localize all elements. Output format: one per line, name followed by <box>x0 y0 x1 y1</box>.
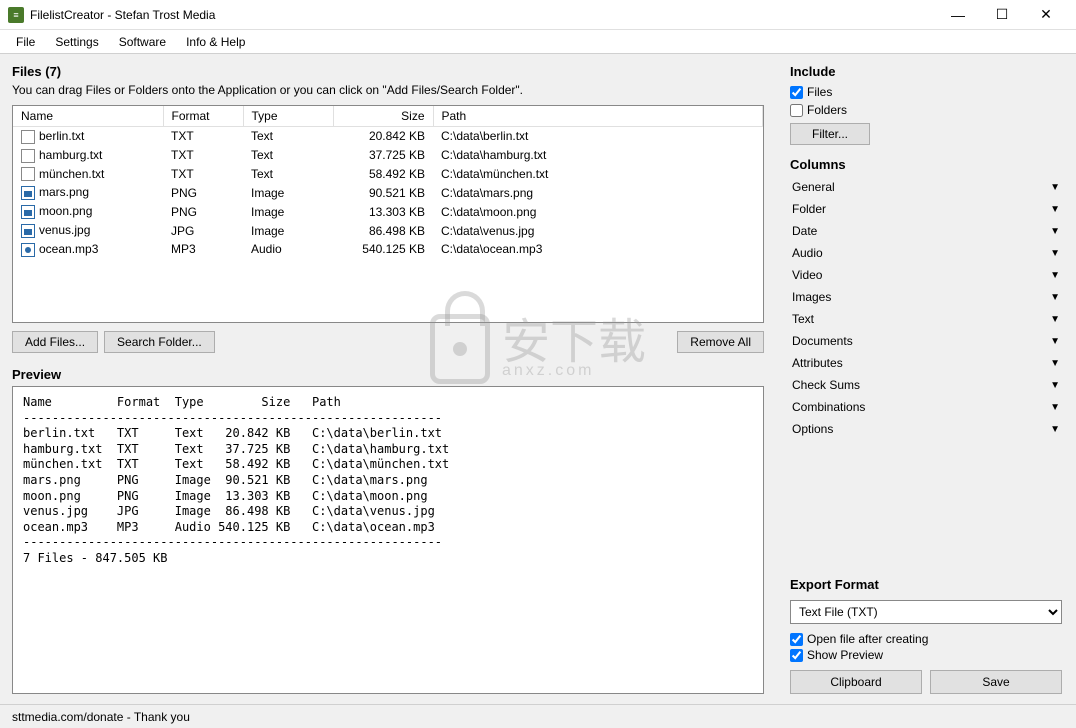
chevron-down-icon: ▼ <box>1050 380 1060 391</box>
chevron-down-icon: ▼ <box>1050 314 1060 325</box>
menu-software[interactable]: Software <box>111 32 174 52</box>
file-icon <box>21 130 35 144</box>
table-row[interactable]: münchen.txtTXTText58.492 KBC:\data\münch… <box>13 165 763 184</box>
show-preview-checkbox[interactable]: Show Preview <box>790 648 1062 662</box>
close-button[interactable]: ✕ <box>1024 1 1068 29</box>
column-group-attributes[interactable]: Attributes▼ <box>790 352 1062 374</box>
chevron-down-icon: ▼ <box>1050 226 1060 237</box>
table-row[interactable]: mars.pngPNGImage90.521 KBC:\data\mars.pn… <box>13 183 763 202</box>
chevron-down-icon: ▼ <box>1050 336 1060 347</box>
file-icon <box>21 224 35 238</box>
column-group-date[interactable]: Date▼ <box>790 220 1062 242</box>
chevron-down-icon: ▼ <box>1050 182 1060 193</box>
preview-output[interactable]: Name Format Type Size Path -------------… <box>12 386 764 694</box>
table-row[interactable]: hamburg.txtTXTText37.725 KBC:\data\hambu… <box>13 146 763 165</box>
include-files-checkbox[interactable]: Files <box>790 85 1062 99</box>
add-files-button[interactable]: Add Files... <box>12 331 98 353</box>
statusbar: sttmedia.com/donate - Thank you <box>0 704 1076 728</box>
columns-heading: Columns <box>790 157 1062 172</box>
open-after-checkbox[interactable]: Open file after creating <box>790 632 1062 646</box>
column-group-general[interactable]: General▼ <box>790 176 1062 198</box>
menu-info-help[interactable]: Info & Help <box>178 32 253 52</box>
file-icon <box>21 243 35 257</box>
hint-text: You can drag Files or Folders onto the A… <box>12 83 764 97</box>
chevron-down-icon: ▼ <box>1050 402 1060 413</box>
chevron-down-icon: ▼ <box>1050 292 1060 303</box>
window-title: FilelistCreator - Stefan Trost Media <box>30 8 936 22</box>
preview-heading: Preview <box>12 367 764 382</box>
chevron-down-icon: ▼ <box>1050 204 1060 215</box>
column-group-documents[interactable]: Documents▼ <box>790 330 1062 352</box>
column-group-folder[interactable]: Folder▼ <box>790 198 1062 220</box>
column-header-name[interactable]: Name <box>13 106 163 127</box>
column-header-format[interactable]: Format <box>163 106 243 127</box>
include-folders-checkbox[interactable]: Folders <box>790 103 1062 117</box>
filter-button[interactable]: Filter... <box>790 123 870 145</box>
column-group-options[interactable]: Options▼ <box>790 418 1062 440</box>
menubar: File Settings Software Info & Help <box>0 30 1076 54</box>
file-icon <box>21 149 35 163</box>
status-text: sttmedia.com/donate - Thank you <box>12 710 190 724</box>
remove-all-button[interactable]: Remove All <box>677 331 764 353</box>
minimize-button[interactable]: — <box>936 1 980 29</box>
table-row[interactable]: ocean.mp3MP3Audio540.125 KBC:\data\ocean… <box>13 240 763 259</box>
save-button[interactable]: Save <box>930 670 1062 694</box>
search-folder-button[interactable]: Search Folder... <box>104 331 215 353</box>
column-header-size[interactable]: Size <box>333 106 433 127</box>
column-header-type[interactable]: Type <box>243 106 333 127</box>
menu-file[interactable]: File <box>8 32 43 52</box>
export-heading: Export Format <box>790 577 1062 592</box>
maximize-button[interactable]: ☐ <box>980 1 1024 29</box>
include-heading: Include <box>790 64 1062 79</box>
column-group-check-sums[interactable]: Check Sums▼ <box>790 374 1062 396</box>
chevron-down-icon: ▼ <box>1050 248 1060 259</box>
file-icon <box>21 186 35 200</box>
menu-settings[interactable]: Settings <box>47 32 106 52</box>
column-group-images[interactable]: Images▼ <box>790 286 1062 308</box>
chevron-down-icon: ▼ <box>1050 358 1060 369</box>
file-icon <box>21 167 35 181</box>
chevron-down-icon: ▼ <box>1050 270 1060 281</box>
column-group-video[interactable]: Video▼ <box>790 264 1062 286</box>
column-group-text[interactable]: Text▼ <box>790 308 1062 330</box>
table-row[interactable]: venus.jpgJPGImage86.498 KBC:\data\venus.… <box>13 221 763 240</box>
titlebar: ≡ FilelistCreator - Stefan Trost Media —… <box>0 0 1076 30</box>
app-icon: ≡ <box>8 7 24 23</box>
files-heading: Files (7) <box>12 64 764 79</box>
file-icon <box>21 205 35 219</box>
column-group-audio[interactable]: Audio▼ <box>790 242 1062 264</box>
column-header-path[interactable]: Path <box>433 106 763 127</box>
column-group-combinations[interactable]: Combinations▼ <box>790 396 1062 418</box>
chevron-down-icon: ▼ <box>1050 424 1060 435</box>
file-list[interactable]: NameFormatTypeSizePath berlin.txtTXTText… <box>12 105 764 323</box>
table-row[interactable]: moon.pngPNGImage13.303 KBC:\data\moon.pn… <box>13 202 763 221</box>
clipboard-button[interactable]: Clipboard <box>790 670 922 694</box>
table-row[interactable]: berlin.txtTXTText20.842 KBC:\data\berlin… <box>13 127 763 146</box>
export-format-select[interactable]: Text File (TXT) <box>790 600 1062 624</box>
